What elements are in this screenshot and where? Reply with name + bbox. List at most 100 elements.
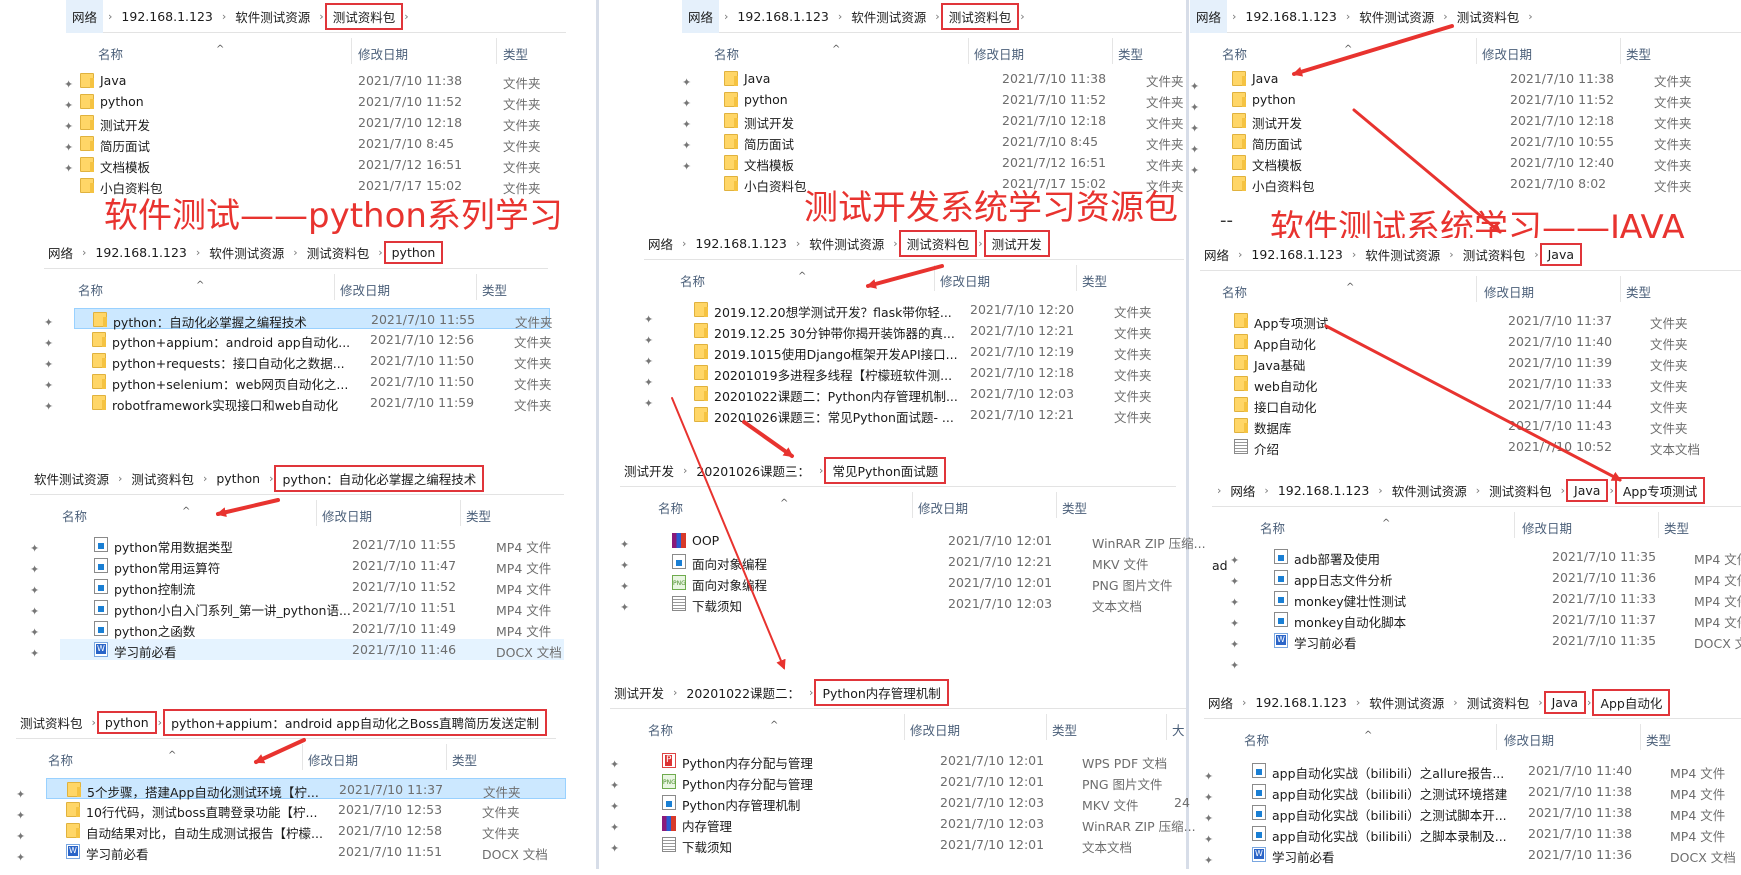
column-name[interactable]: 名称 bbox=[62, 506, 87, 525]
breadcrumb-item[interactable]: 测试资料包 bbox=[1463, 693, 1534, 712]
column-type[interactable]: 类型 bbox=[482, 280, 507, 299]
pin-icon[interactable]: ✦ bbox=[1230, 596, 1239, 617]
pin-icon[interactable]: ✦ bbox=[682, 160, 691, 181]
column-date[interactable]: 修改日期 bbox=[910, 720, 960, 739]
pin-icon[interactable]: ✦ bbox=[1204, 791, 1213, 812]
file-row[interactable]: Java基础 2021/7/10 11:39 文件夹 bbox=[1224, 352, 1741, 373]
breadcrumb-item[interactable]: 192.168.1.123 bbox=[1274, 483, 1373, 498]
pin-icon[interactable]: ✦ bbox=[682, 118, 691, 139]
breadcrumb-separator-icon[interactable]: › bbox=[314, 10, 328, 23]
column-name[interactable]: 名称 bbox=[78, 280, 103, 299]
breadcrumb-separator-icon[interactable]: › bbox=[668, 686, 682, 699]
breadcrumb-separator-icon[interactable]: › bbox=[804, 686, 818, 699]
file-row[interactable]: python+selenium：web网页自动化之... 2021/7/10 11… bbox=[74, 371, 552, 392]
pin-icon[interactable]: ✦ bbox=[1230, 575, 1239, 596]
column-date[interactable]: 修改日期 bbox=[974, 44, 1024, 63]
file-row[interactable]: 内存管理 2021/7/10 12:03 WinRAR ZIP 压缩... bbox=[640, 813, 1196, 834]
file-row[interactable]: 20201026课题三：常见Python面试题- ... 2021/7/10 12… bbox=[674, 404, 1184, 425]
column-type[interactable]: 类型 bbox=[1626, 282, 1651, 301]
breadcrumb-separator-icon[interactable]: › bbox=[399, 10, 413, 23]
breadcrumb-separator-icon[interactable]: › bbox=[1556, 484, 1570, 497]
breadcrumb-item[interactable]: 常见Python面试题 bbox=[824, 456, 947, 484]
file-row[interactable]: python常用数据类型 2021/7/10 11:55 MP4 文件 bbox=[60, 534, 564, 555]
pin-icon[interactable]: ✦ bbox=[620, 601, 629, 622]
breadcrumb-item[interactable]: 网络 bbox=[1190, 0, 1228, 33]
pin-icon[interactable]: ✦ bbox=[44, 379, 53, 400]
column-name[interactable]: 名称 bbox=[1222, 44, 1247, 63]
file-row[interactable]: python 2021/7/10 11:52 文件夹 bbox=[66, 91, 566, 112]
pin-icon[interactable]: ✦ bbox=[44, 316, 53, 337]
breadcrumb-separator-icon[interactable]: › bbox=[264, 472, 278, 485]
breadcrumb-separator-icon[interactable]: › bbox=[217, 10, 231, 23]
breadcrumb-separator-icon[interactable]: › bbox=[678, 464, 692, 477]
breadcrumb-item[interactable]: 测试资料包 bbox=[940, 2, 1020, 30]
breadcrumb-separator-icon[interactable]: › bbox=[1373, 484, 1387, 497]
file-row[interactable]: monkey健壮性测试 2021/7/10 11:33 MP4 文件 bbox=[1242, 588, 1741, 609]
column-name[interactable]: 名称 bbox=[1222, 282, 1247, 301]
file-row[interactable]: python 2021/7/10 11:52 文件夹 bbox=[710, 89, 1184, 110]
column-type[interactable]: 类型 bbox=[1052, 720, 1077, 739]
pin-icon[interactable]: ✦ bbox=[44, 400, 53, 421]
column-name[interactable]: 名称 bbox=[1260, 518, 1285, 537]
file-row[interactable]: app自动化实战（bilibili）之测试环境搭建 2021/7/10 11:38… bbox=[1228, 781, 1741, 802]
breadcrumb-separator-icon[interactable]: › bbox=[373, 246, 387, 259]
breadcrumb-separator-icon[interactable]: › bbox=[1582, 696, 1596, 709]
column-type[interactable]: 类型 bbox=[503, 44, 528, 63]
file-row[interactable]: python控制流 2021/7/10 11:52 MP4 文件 bbox=[60, 576, 564, 597]
column-type[interactable]: 类型 bbox=[1082, 271, 1107, 290]
breadcrumb-item[interactable]: 网络 bbox=[1226, 481, 1259, 500]
file-row[interactable]: python常用运算符 2021/7/10 11:47 MP4 文件 bbox=[60, 555, 564, 576]
column-date[interactable]: 修改日期 bbox=[940, 271, 990, 290]
pin-icon[interactable]: ✦ bbox=[610, 779, 619, 800]
breadcrumb-separator-icon[interactable]: › bbox=[1237, 696, 1251, 709]
file-row[interactable]: 文档模板 2021/7/12 16:51 文件夹 bbox=[710, 152, 1184, 173]
file-row[interactable]: 2019.12.20想学测试开发？flask带你轻... 2021/7/10 12… bbox=[674, 299, 1184, 320]
column-date[interactable]: 修改日期 bbox=[918, 498, 968, 517]
breadcrumb-separator-icon[interactable]: › bbox=[791, 237, 805, 250]
breadcrumb-item[interactable]: 网络 bbox=[1204, 693, 1237, 712]
pin-icon[interactable]: ✦ bbox=[1230, 638, 1239, 659]
column-name[interactable]: 名称 bbox=[680, 271, 705, 290]
pin-icon[interactable]: ✦ bbox=[620, 538, 629, 559]
breadcrumb-item[interactable]: 192.168.1.123 bbox=[91, 245, 190, 260]
breadcrumb-item[interactable]: 软件测试资源 bbox=[805, 234, 888, 253]
breadcrumb-separator-icon[interactable]: › bbox=[1523, 10, 1537, 23]
pin-icon[interactable]: ✦ bbox=[682, 76, 691, 97]
breadcrumb-separator-icon[interactable]: › bbox=[153, 716, 167, 729]
breadcrumb-item[interactable]: 测试资料包 bbox=[127, 469, 198, 488]
column-name[interactable]: 名称 bbox=[714, 44, 739, 63]
column-name[interactable]: 名称 bbox=[658, 498, 683, 517]
file-row[interactable]: 面向对象编程 2021/7/10 12:21 MKV 文件 bbox=[650, 551, 1176, 572]
breadcrumb-separator-icon[interactable]: › bbox=[1604, 484, 1618, 497]
breadcrumb-item[interactable]: 软件测试资源 bbox=[847, 7, 930, 26]
file-row[interactable]: 小白资料包 2021/7/10 8:02 文件夹 bbox=[1218, 173, 1741, 194]
pin-icon[interactable]: ✦ bbox=[610, 758, 619, 779]
breadcrumb-item[interactable]: 软件测试资源 bbox=[1361, 245, 1444, 264]
file-row[interactable]: Java 2021/7/10 11:38 文件夹 bbox=[1218, 68, 1741, 89]
breadcrumb-item[interactable]: 软件测试资源 bbox=[30, 469, 113, 488]
breadcrumb-separator-icon[interactable]: › bbox=[973, 237, 987, 250]
breadcrumb-item[interactable]: python bbox=[212, 471, 264, 486]
breadcrumb-item[interactable]: 软件测试资源 bbox=[1365, 693, 1448, 712]
pin-icon[interactable]: ✦ bbox=[1190, 143, 1199, 164]
column-type[interactable]: 类型 bbox=[1664, 518, 1689, 537]
file-row[interactable]: 下载须知 2021/7/10 12:03 文本文档 bbox=[650, 593, 1176, 614]
file-row[interactable]: 测试开发 2021/7/10 12:18 文件夹 bbox=[1218, 110, 1741, 131]
pin-icon[interactable]: ✦ bbox=[682, 139, 691, 160]
column-date[interactable]: 修改日期 bbox=[1484, 282, 1534, 301]
breadcrumb-separator-icon[interactable]: › bbox=[814, 464, 828, 477]
column-date[interactable]: 修改日期 bbox=[1482, 44, 1532, 63]
file-row[interactable]: App专项测试 2021/7/10 11:37 文件夹 bbox=[1224, 310, 1741, 331]
breadcrumb-separator-icon[interactable]: › bbox=[1259, 484, 1273, 497]
file-row[interactable]: 测试开发 2021/7/10 12:18 文件夹 bbox=[66, 112, 566, 133]
pin-icon[interactable]: ✦ bbox=[610, 821, 619, 842]
breadcrumb-separator-icon[interactable]: › bbox=[1471, 484, 1485, 497]
file-row[interactable]: 10行代码，测试boss直聘登录功能【柠... 2021/7/10 12:53 文件… bbox=[46, 799, 566, 820]
file-row[interactable]: monkey自动化脚本 2021/7/10 11:37 MP4 文件 bbox=[1242, 609, 1741, 630]
file-row[interactable]: 简历面试 2021/7/10 8:45 文件夹 bbox=[710, 131, 1184, 152]
breadcrumb-separator-icon[interactable]: › bbox=[1533, 696, 1547, 709]
column-date[interactable]: 修改日期 bbox=[308, 750, 358, 769]
column-type[interactable]: 类型 bbox=[1118, 44, 1143, 63]
pin-icon[interactable]: ✦ bbox=[1230, 554, 1239, 575]
pin-icon[interactable]: ✦ bbox=[30, 605, 39, 626]
